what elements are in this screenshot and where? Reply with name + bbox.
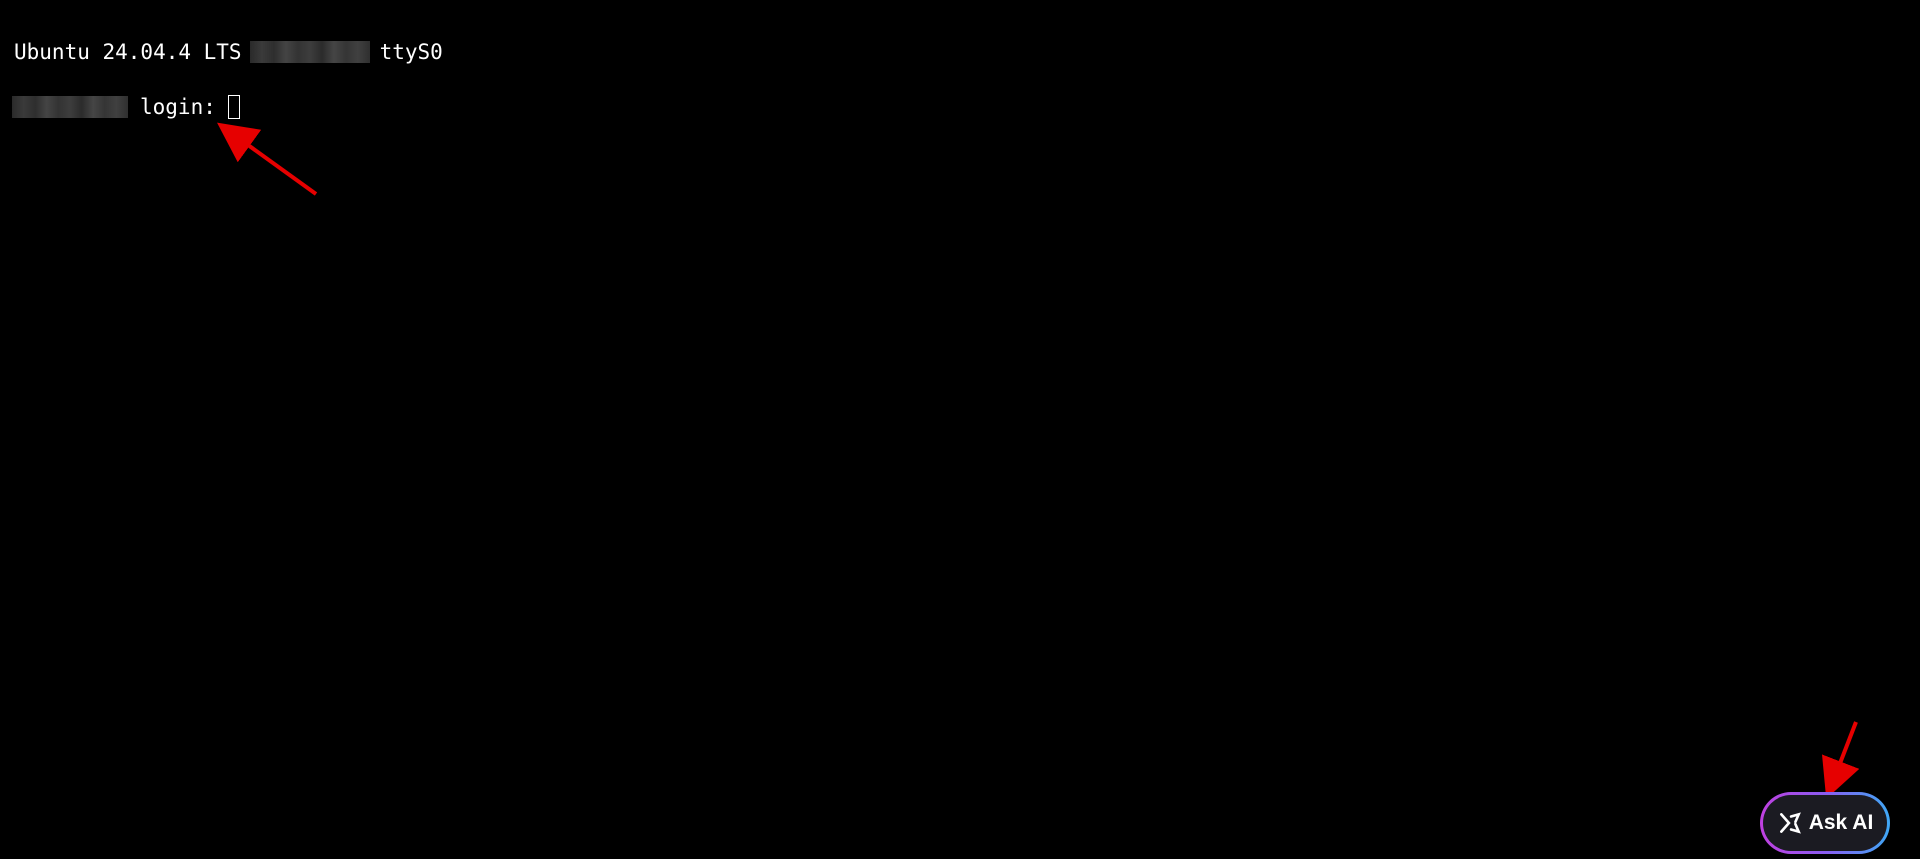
terminal-screen[interactable]: Ubuntu 24.04.4 LTS ttyS0 login: Ask AI	[0, 0, 1920, 859]
sparkle-icon	[1779, 812, 1801, 834]
ask-ai-label: Ask AI	[1808, 811, 1874, 834]
ask-ai-button-inner[interactable]: Ask AI	[1763, 795, 1887, 851]
login-prompt: login:	[140, 95, 216, 119]
banner-line: Ubuntu 24.04.4 LTS ttyS0	[14, 38, 443, 66]
redacted-hostname	[249, 41, 370, 63]
annotation-arrow-login	[217, 122, 318, 196]
login-line[interactable]: login:	[12, 93, 240, 121]
terminal-cursor[interactable]	[227, 95, 240, 119]
annotation-arrows	[217, 122, 1860, 799]
redacted-hostname-prompt	[12, 96, 128, 118]
annotation-arrow-ask-ai	[1822, 721, 1860, 799]
os-label: Ubuntu 24.04.4 LTS	[14, 40, 242, 64]
ask-ai-button[interactable]: Ask AI	[1760, 792, 1890, 854]
tty-label: ttyS0	[379, 40, 443, 64]
